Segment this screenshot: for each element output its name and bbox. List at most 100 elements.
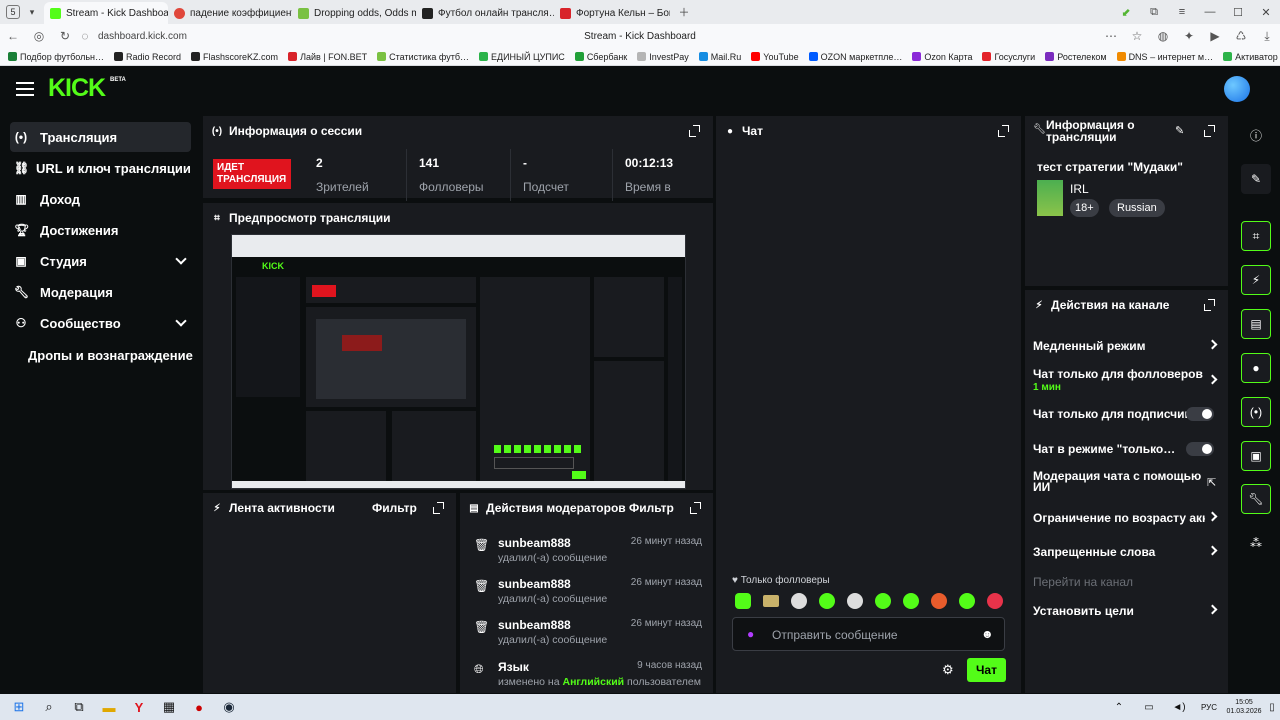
wrench-icon[interactable]: 🔧︎: [1241, 484, 1271, 514]
sidebar-item-drops[interactable]: Дропы и вознаграждение: [28, 340, 209, 370]
menu-icon[interactable]: ≡: [1168, 6, 1196, 18]
tray-chevron-icon[interactable]: ⌃: [1104, 702, 1134, 713]
language-indicator[interactable]: РУС: [1194, 703, 1224, 712]
ai-moderation-row[interactable]: Модерация чата с помощью ИИ: [1033, 470, 1203, 493]
bookmark-item[interactable]: Госуслуги: [982, 52, 1035, 62]
slow-mode-row[interactable]: Медленный режим: [1033, 339, 1219, 353]
chat-input[interactable]: ● Отправить сообщение ☻: [732, 617, 1005, 651]
hamburger-menu-icon[interactable]: [16, 82, 34, 96]
microphone-icon[interactable]: ●: [747, 627, 754, 641]
bookmark-item[interactable]: DNS – интернет м…: [1116, 52, 1213, 62]
reload-icon[interactable]: ↻: [52, 29, 78, 43]
send-chat-button[interactable]: Чат: [967, 658, 1006, 682]
emote-icon[interactable]: [903, 593, 919, 609]
yandex-browser-icon[interactable]: Y: [124, 700, 154, 715]
filter-button[interactable]: Фильтр: [372, 501, 417, 515]
bookmark-item[interactable]: ЕДИНЫЙ ЦУПИС: [478, 52, 565, 62]
sidebar-item-studio[interactable]: ▣ Студия: [10, 246, 191, 276]
emote-icon[interactable]: [931, 593, 947, 609]
browser-tab-5[interactable]: Фортуна Кельн – Боннер…: [554, 2, 670, 24]
emote-icon[interactable]: [847, 593, 863, 609]
url-field[interactable]: dashboard.kick.com: [98, 31, 187, 42]
bookmark-item[interactable]: OZON маркетпле…: [808, 52, 902, 62]
browser-tab-3[interactable]: Dropping odds, Odds mo…: [292, 2, 416, 24]
mod-user[interactable]: sunbeam888: [498, 536, 571, 550]
network-icon[interactable]: ▭: [1134, 702, 1164, 713]
kick-logo[interactable]: KICK: [48, 74, 106, 103]
clock[interactable]: 15:05 01.03.2026: [1224, 698, 1264, 716]
broadcast-icon[interactable]: (•): [1241, 397, 1271, 427]
expand-icon[interactable]: [432, 502, 444, 514]
bookmark-item[interactable]: Radio Record: [114, 52, 181, 62]
tab-count-badge[interactable]: 5: [6, 5, 20, 19]
settings-gear-icon[interactable]: ⚙︎: [942, 662, 954, 678]
notes-icon[interactable]: ▤: [1241, 309, 1271, 339]
download-icon[interactable]: ⤓: [1254, 29, 1280, 44]
edit-pencil-icon[interactable]: ✎: [1241, 164, 1271, 194]
browser-tab-4[interactable]: Футбол онлайн трансля…: [416, 2, 554, 24]
layout-icon[interactable]: ▣: [1241, 441, 1271, 471]
filter-button[interactable]: Фильтр: [629, 501, 674, 515]
emote-icon[interactable]: [735, 593, 751, 609]
emoji-icon[interactable]: ☻: [981, 627, 994, 641]
new-tab-icon[interactable]: ＋: [670, 4, 698, 20]
bookmark-item[interactable]: Активатор KMSA…: [1223, 52, 1280, 62]
emote-icon[interactable]: [987, 593, 1003, 609]
bookmark-item[interactable]: Сбербанк: [574, 52, 627, 62]
sidebar-item-revenue[interactable]: ▥ Доход: [10, 184, 191, 214]
preview-toggle-icon[interactable]: ⌗: [1241, 221, 1271, 251]
category-name[interactable]: IRL: [1070, 182, 1089, 196]
extension-icon[interactable]: ⬋: [1112, 6, 1140, 19]
chevron-right-icon[interactable]: [1207, 511, 1218, 522]
calculator-icon[interactable]: ▦: [154, 699, 184, 715]
steam-icon[interactable]: ◉: [214, 699, 244, 715]
home-icon[interactable]: ◎: [26, 29, 52, 43]
browser-tab-1[interactable]: Stream - Kick Dashboard: [44, 2, 168, 24]
bookmark-item[interactable]: Подбор футбольн…: [8, 52, 104, 62]
back-icon[interactable]: ←: [0, 29, 26, 43]
sync-icon[interactable]: ♺: [1228, 29, 1254, 43]
emote-only-toggle[interactable]: [1186, 442, 1214, 456]
expand-icon[interactable]: [1203, 299, 1215, 311]
expand-icon[interactable]: [689, 502, 701, 514]
maximize-icon[interactable]: ☐: [1224, 6, 1252, 19]
mod-user[interactable]: sunbeam888: [498, 618, 571, 632]
emote-icon[interactable]: [791, 593, 807, 609]
set-goals-row[interactable]: Установить цели: [1033, 604, 1219, 618]
bookmark-item[interactable]: YouTube: [751, 52, 799, 62]
search-icon[interactable]: ⌕: [34, 699, 64, 715]
vpn-icon[interactable]: ◍: [1150, 29, 1176, 43]
bookmark-item[interactable]: Ozon Карта: [912, 52, 972, 62]
user-avatar[interactable]: [1224, 76, 1250, 102]
file-explorer-icon[interactable]: ▬: [94, 700, 124, 715]
emote-icon[interactable]: [959, 593, 975, 609]
emote-icon[interactable]: [819, 593, 835, 609]
emote-icon[interactable]: [763, 595, 779, 607]
go-to-channel-link[interactable]: Перейти на канал: [1033, 575, 1219, 589]
more-icon[interactable]: ⋯: [1098, 29, 1124, 43]
media-icon[interactable]: ▶: [1202, 29, 1228, 43]
extensions-icon[interactable]: ✦: [1176, 29, 1202, 43]
followers-chat-row[interactable]: Чат только для фолловеров 1 мин: [1033, 367, 1219, 393]
edit-pencil-icon[interactable]: ✎: [1175, 124, 1184, 137]
volume-icon[interactable]: ◄): [1164, 702, 1194, 713]
task-view-icon[interactable]: ⧉: [64, 699, 94, 715]
sidebar-item-community[interactable]: ⚇ Сообщество: [10, 308, 191, 338]
banned-words-row[interactable]: Запрещенные слова: [1033, 545, 1219, 559]
minimize-icon[interactable]: —: [1196, 6, 1224, 18]
sidebar-item-moderation[interactable]: 🔧︎ Модерация: [10, 277, 191, 307]
emote-icon[interactable]: [875, 593, 891, 609]
subscribers-only-toggle[interactable]: [1186, 407, 1214, 421]
bookmark-item[interactable]: Статистика футб…: [377, 52, 469, 62]
close-icon[interactable]: ✕: [1252, 6, 1280, 19]
bookmark-item[interactable]: Mail.Ru: [698, 52, 741, 62]
chat-bubble-icon[interactable]: ●: [1241, 353, 1271, 383]
mod-user[interactable]: sunbeam888: [498, 577, 571, 591]
age-restriction-row[interactable]: Ограничение по возрасту акка…: [1033, 511, 1205, 525]
expand-icon[interactable]: [688, 125, 700, 137]
widgets-icon[interactable]: ⁂: [1241, 528, 1271, 558]
bookmark-item[interactable]: Лайв | FON.BET: [288, 52, 367, 62]
notifications-icon[interactable]: ▯: [1264, 702, 1280, 713]
bookmark-item[interactable]: InvestPay: [637, 52, 689, 62]
bookmark-icon[interactable]: ☆: [1124, 29, 1150, 43]
